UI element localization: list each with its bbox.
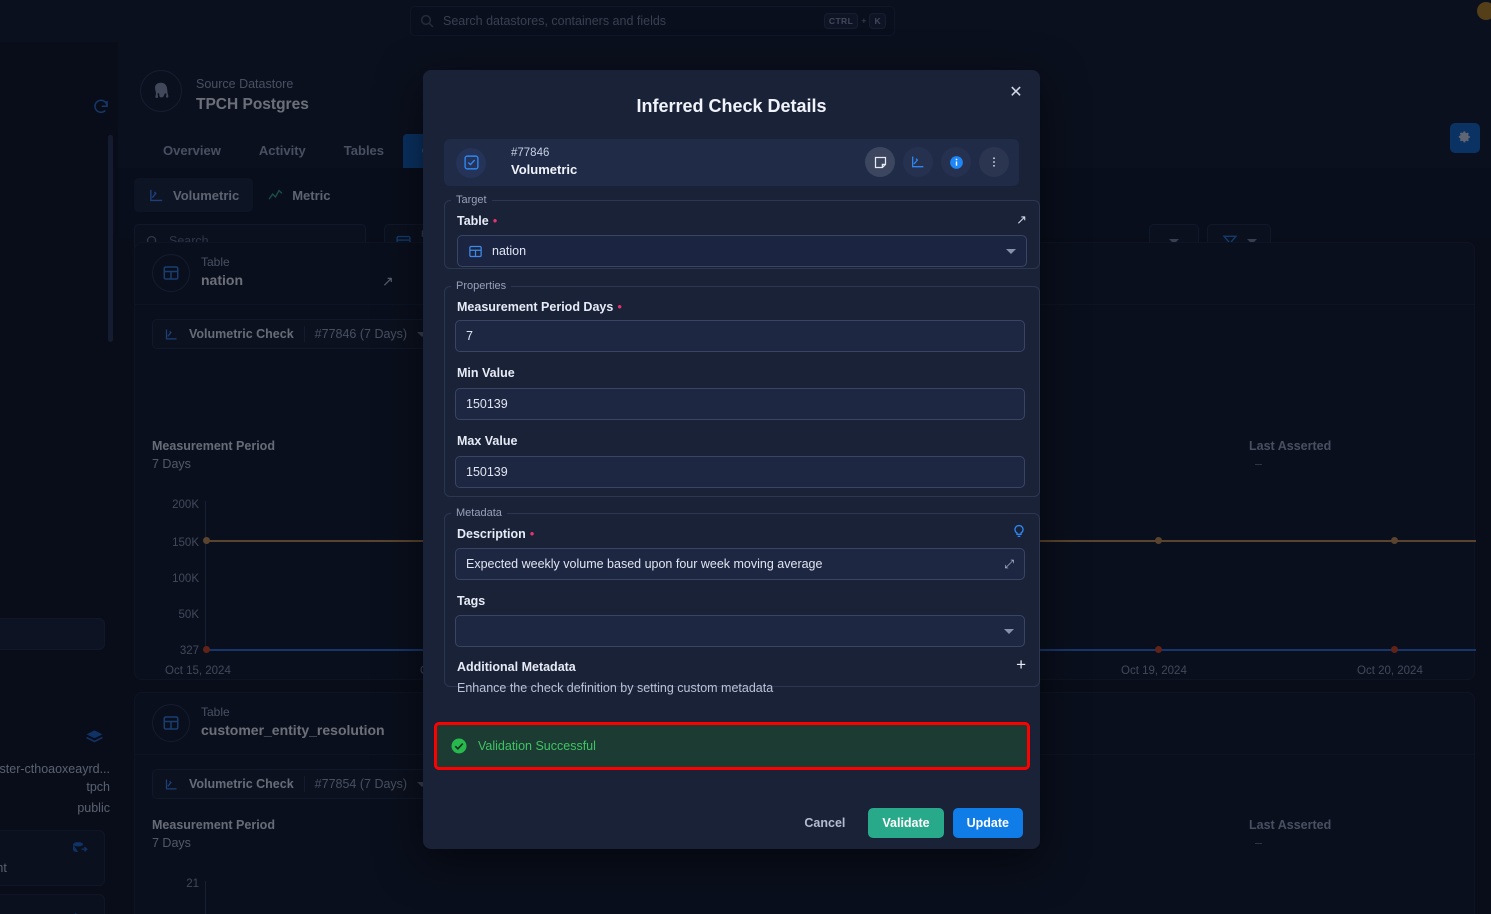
validation-message: Validation Successful	[478, 739, 596, 753]
min-value-input[interactable]: 150139	[455, 388, 1025, 420]
expand-icon[interactable]: ⤢	[1004, 557, 1014, 572]
volumetric-chart-icon	[912, 156, 924, 168]
check-actions	[865, 147, 1009, 177]
modal-footer: Cancel Validate Update	[423, 797, 1040, 849]
table-select-value: nation	[492, 244, 527, 258]
properties-fieldset: Properties Measurement Period Days • 7 M…	[444, 280, 1040, 497]
table-select[interactable]: nation	[457, 235, 1027, 267]
tags-label: Tags	[457, 594, 486, 608]
app-root: Search datastores, containers and fields…	[0, 0, 1491, 914]
metadata-fieldset: Metadata Description • Expected weekly v…	[444, 507, 1040, 695]
max-value-input[interactable]: 150139	[455, 456, 1025, 488]
modal-title: Inferred Check Details	[636, 96, 827, 116]
note-icon	[874, 156, 886, 168]
max-value-label: Max Value	[457, 434, 518, 448]
check-summary-banner: #77846 Volumetric	[444, 139, 1019, 186]
tags-select[interactable]	[455, 615, 1025, 647]
chevron-down-icon	[1006, 248, 1016, 254]
lightbulb-icon	[1014, 524, 1024, 537]
table-icon	[469, 245, 482, 257]
target-legend: Target	[456, 194, 487, 206]
description-value: Expected weekly volume based upon four w…	[466, 557, 823, 571]
min-value-label: Min Value	[457, 366, 515, 380]
additional-metadata-subtitle: Enhance the check definition by setting …	[457, 681, 774, 695]
check-id: #77846	[511, 147, 550, 159]
update-button[interactable]: Update	[952, 808, 1023, 838]
description-input[interactable]: Expected weekly volume based upon four w…	[455, 548, 1025, 580]
add-metadata-button[interactable]: +	[1016, 656, 1026, 673]
max-value-value: 150139	[466, 465, 508, 479]
check-circle-icon	[451, 738, 467, 754]
open-target-external-icon[interactable]: ↗	[1016, 212, 1027, 228]
target-fieldset: Target Table • ↗ nation	[444, 194, 1040, 269]
checkbox-check-glyph	[463, 155, 479, 170]
additional-metadata-title: Additional Metadata	[457, 660, 576, 674]
more-options-button[interactable]	[979, 147, 1009, 177]
cancel-button[interactable]: Cancel	[790, 808, 859, 838]
info-icon	[949, 155, 963, 169]
notes-button[interactable]	[865, 147, 895, 177]
chart-button[interactable]	[903, 147, 933, 177]
validate-button[interactable]: Validate	[868, 808, 944, 838]
measurement-period-days-input[interactable]: 7	[455, 320, 1025, 352]
min-value-value: 150139	[466, 397, 508, 411]
check-name: Volumetric	[511, 162, 578, 177]
suggestion-bulb-button[interactable]	[1011, 523, 1027, 544]
required-marker: •	[617, 299, 622, 314]
properties-legend: Properties	[456, 280, 507, 292]
required-marker: •	[529, 526, 535, 541]
check-type-icon	[456, 147, 486, 178]
info-button[interactable]	[941, 147, 971, 177]
metadata-legend: Metadata	[456, 507, 502, 519]
kebab-menu-icon	[993, 157, 995, 167]
description-label: Description	[457, 526, 526, 541]
measurement-period-days-label: Measurement Period Days	[457, 299, 614, 314]
validation-banner: Validation Successful	[434, 722, 1030, 770]
chevron-down-icon	[1004, 628, 1014, 634]
measurement-period-days-value: 7	[466, 329, 473, 343]
required-marker: •	[492, 213, 498, 228]
table-field-label: Table	[457, 213, 489, 228]
